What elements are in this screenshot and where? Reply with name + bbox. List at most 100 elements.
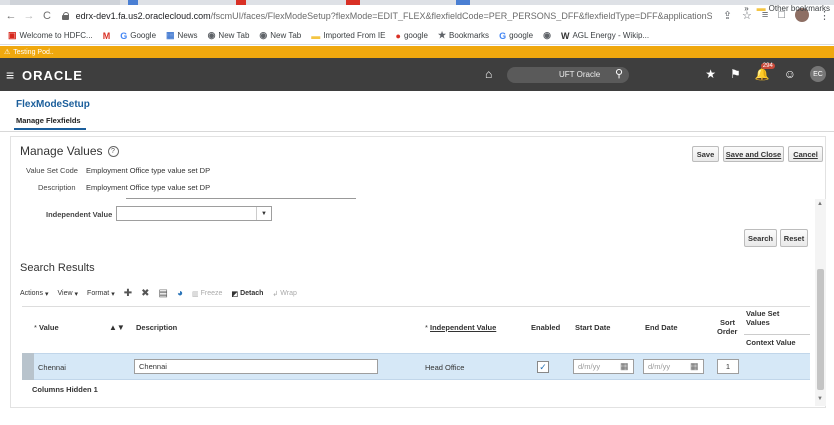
save-button[interactable]: Save [692, 146, 719, 162]
other-bookmarks[interactable]: ▬ Other bookmarks [757, 3, 830, 13]
bookmark-item[interactable]: W AGL Energy - Wikip... [561, 31, 649, 41]
column-header-enabled[interactable]: Enabled [531, 323, 560, 332]
calendar-icon[interactable]: ▦ [690, 361, 699, 372]
bookmark-label: Welcome to HDFC... [19, 31, 93, 40]
cell-value: Chennai [38, 363, 66, 372]
bookmark-item[interactable]: ● google [396, 31, 428, 41]
google-icon: G [499, 30, 507, 41]
column-header-start-date[interactable]: Start Date [575, 323, 610, 332]
add-row-icon[interactable]: ✚ [124, 288, 132, 299]
bookmark-item[interactable]: ◉ [543, 30, 551, 41]
detach-icon: ◩ [231, 290, 239, 298]
accessibility-icon[interactable]: ☺ [784, 67, 796, 81]
bookmark-label: google [509, 31, 534, 40]
bookmark-item[interactable]: ◉ New Tab [208, 30, 250, 41]
columns-icon[interactable]: ▤ [159, 288, 168, 299]
back-icon[interactable]: ← [4, 10, 18, 22]
user-avatar[interactable]: EC [810, 66, 826, 82]
folder-icon: ▬ [311, 30, 321, 41]
column-header-context-value[interactable]: Context Value [746, 338, 796, 347]
bookmark-item[interactable]: ▬ Imported From IE [311, 31, 385, 41]
save-and-close-button[interactable]: Save and Close [723, 146, 784, 162]
bookmark-item[interactable]: M [103, 31, 111, 41]
bookmark-item[interactable]: Ggoogle [499, 31, 533, 41]
opera-icon: ● [395, 30, 401, 41]
notifications-bell-icon[interactable]: 🔔 294 [755, 63, 775, 81]
favorites-star-icon[interactable]: ★ [705, 67, 716, 81]
freeze-button[interactable]: ▥ Freeze [192, 290, 222, 298]
independent-value-select[interactable]: ▼ [116, 206, 272, 221]
home-icon[interactable]: ⌂ [485, 67, 492, 81]
search-icon[interactable]: ⚲ [615, 67, 623, 80]
url-bar[interactable]: edrx-dev1.fa.us2.oraclecloud.com/fscmUI/… [62, 8, 712, 24]
detach-button[interactable]: ◩ Detach [231, 290, 263, 298]
scroll-up-icon[interactable]: ▲ [817, 201, 823, 207]
cell-independent-value: Head Office [425, 363, 465, 372]
format-menu[interactable]: Format ▾ [87, 290, 115, 298]
cancel-button[interactable]: Cancel [788, 146, 823, 162]
divider [0, 131, 834, 132]
warning-icon: ⚠ [4, 49, 11, 56]
bookmark-item[interactable]: ▦ News [166, 30, 198, 41]
bookmark-label: New Tab [218, 31, 250, 40]
tab-manage-flexfields[interactable]: Manage Flexfields [16, 116, 81, 125]
column-header-sort-order[interactable]: Sort [720, 318, 735, 327]
bookmark-label: AGL Energy - Wikip... [572, 31, 650, 40]
bookmark-item[interactable]: ★ Bookmarks [438, 30, 489, 41]
help-icon[interactable]: ? [107, 145, 119, 157]
description-input[interactable]: Chennai [134, 359, 378, 374]
calendar-icon[interactable]: ▦ [620, 361, 629, 372]
bookmark-item[interactable]: ◉ New Tab [259, 30, 301, 41]
column-header-description[interactable]: Description [136, 323, 177, 332]
global-search-input[interactable]: UFT Oracle ⚲ [507, 67, 629, 83]
reload-icon[interactable]: C [40, 10, 54, 22]
search-placeholder: UFT Oracle [559, 70, 601, 79]
sort-icon[interactable]: ▲▼ [109, 323, 125, 332]
enabled-checkbox[interactable]: ✓ [537, 361, 549, 373]
dropdown-arrow-icon[interactable]: ▼ [256, 207, 271, 220]
column-header-value[interactable]: * Value [34, 323, 59, 332]
wrap-button[interactable]: ↲ Wrap [272, 290, 296, 298]
bookmark-label: Bookmarks [449, 31, 490, 40]
bookmarks-overflow[interactable]: » [744, 4, 748, 13]
hdfc-icon: ▣ [8, 30, 17, 40]
scrollbar-thumb[interactable] [817, 269, 824, 390]
translate-globe-icon[interactable]: ◕ [177, 288, 183, 299]
share-icon[interactable]: ⇪ [723, 9, 732, 22]
bookmark-label: New Tab [270, 31, 302, 40]
bookmark-label: News [177, 31, 198, 40]
bookmarks-right: » ▬ Other bookmarks [744, 3, 830, 13]
sort-order-input[interactable]: 1 [717, 359, 739, 374]
page-title: FlexModeSetup [16, 99, 90, 110]
column-header-end-date[interactable]: End Date [645, 323, 678, 332]
search-results-heading: Search Results [20, 262, 95, 274]
description-label: Description [38, 183, 76, 192]
reset-button[interactable]: Reset [780, 229, 808, 247]
globe-icon: ◉ [207, 30, 216, 40]
oracle-global-header: ≡ ORACLE ⌂ UFT Oracle ⚲ ★ ⚑ 🔔 294 ☺ EC [0, 58, 834, 91]
delete-row-icon[interactable]: ✖ [141, 288, 149, 299]
watchlist-flag-icon[interactable]: ⚑ [730, 67, 741, 81]
field-divider [126, 198, 356, 199]
actions-menu[interactable]: Actions ▾ [20, 290, 48, 298]
forward-icon[interactable]: → [22, 10, 36, 22]
header-actions: ★ ⚑ 🔔 294 ☺ EC [705, 63, 826, 82]
manage-values-heading: Manage Values ? [20, 144, 119, 158]
globe-icon: ◉ [543, 30, 551, 40]
row-selector[interactable] [22, 353, 34, 380]
search-button[interactable]: Search [744, 229, 777, 247]
lock-icon [62, 12, 70, 20]
bookmark-item[interactable]: G Google [120, 31, 156, 41]
google-icon: G [120, 30, 128, 41]
caret-down-icon: ▾ [44, 290, 49, 298]
caret-down-icon: ▾ [111, 290, 115, 298]
column-header-independent-value[interactable]: * Independent Value [425, 323, 496, 332]
freeze-icon: ▥ [192, 290, 199, 298]
navigator-menu-icon[interactable]: ≡ [6, 67, 14, 83]
bookmark-label: google [403, 31, 428, 40]
view-menu[interactable]: View ▾ [57, 290, 78, 298]
bookmark-item[interactable]: ▣ Welcome to HDFC... [8, 30, 93, 41]
scroll-down-icon[interactable]: ▼ [817, 396, 823, 402]
bookmark-label: Imported From IE [323, 31, 386, 40]
oracle-logo[interactable]: ORACLE [22, 68, 83, 83]
